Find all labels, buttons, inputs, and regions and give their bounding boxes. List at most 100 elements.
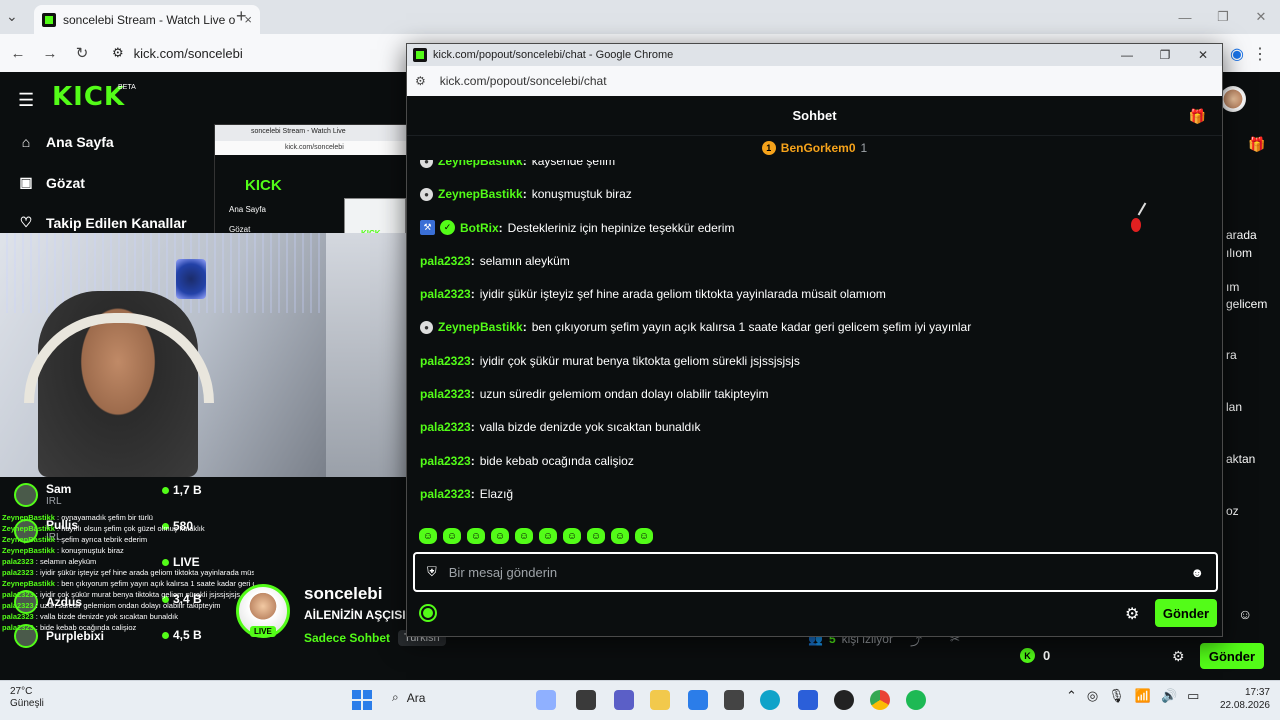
chat-message[interactable]: pala2323: iyidir şükür işteyiz şef hine a… [420,287,886,301]
emote-icon[interactable]: ☺ [419,528,437,544]
maximize-button[interactable]: ❐ [1204,9,1242,25]
settings-gear-icon[interactable]: ⚙ [1172,648,1185,665]
nav-home[interactable]: ⌂ Ana Sayfa [18,134,114,150]
tray-app-icon[interactable]: ◎ [1087,688,1098,704]
emote-icon[interactable]: ☺ [443,528,461,544]
emoji-icon[interactable]: ☺ [1238,606,1252,622]
copilot-icon[interactable] [536,690,556,710]
kick-points-icon[interactable] [421,606,435,620]
popout-maximize-button[interactable]: ❐ [1146,48,1184,62]
pinned-leaderboard[interactable]: 1 BenGorkem0 1 [407,136,1222,160]
wifi-icon[interactable]: 📶 [1135,688,1151,704]
gift-icon[interactable]: 🎁 [1189,108,1206,125]
user-badge-icon: ● [420,320,433,334]
start-button[interactable] [352,690,372,710]
webcam-video[interactable] [0,233,326,477]
chat-message[interactable]: ● ZeynepBastikk: konuşmuştuk biraz [420,187,632,201]
emote-icon[interactable]: ☺ [515,528,533,544]
emote-icon[interactable]: ☺ [491,528,509,544]
send-button[interactable]: Gönder [1155,599,1217,627]
emoji-icon[interactable]: ☻ [1190,565,1204,580]
user-avatar[interactable] [1220,86,1246,112]
popout-address-bar[interactable]: ⚙ kick.com/popout/soncelebi/chat [407,66,1222,96]
chat-message[interactable]: pala2323: uzun süredir gelemiom ondan dol… [420,387,769,401]
nav-browse[interactable]: ▣ Gözat [18,174,85,191]
emote-icon[interactable]: ☺ [539,528,557,544]
chat-peek-text: arada [1226,228,1257,242]
emote-icon[interactable]: ☺ [467,528,485,544]
chat-message[interactable]: pala2323: Elazığ [420,487,513,501]
browser-tab[interactable]: soncelebi Stream - Watch Live o × [34,5,260,34]
chat-username[interactable]: ZeynepBastikk [438,187,523,201]
shield-icon[interactable]: ⛨ [427,564,437,580]
close-button[interactable]: ✕ [1242,9,1280,25]
edge-icon[interactable] [760,690,780,710]
channel-item-sam[interactable]: Sam IRL [14,482,71,507]
chat-username[interactable]: pala2323 [420,254,471,268]
new-tab-button[interactable]: + [236,6,247,27]
taskbar-search[interactable]: ⌕ Ara [392,690,425,705]
menu-dots-icon[interactable]: ⋮ [1252,44,1268,64]
volume-icon[interactable]: 🔊 [1161,688,1177,704]
site-info-icon[interactable]: ⚙ [112,45,124,61]
minimize-button[interactable]: — [1166,10,1204,25]
chat-message[interactable]: pala2323: iyidir çok şükür murat benya ti… [420,354,800,368]
chat-username[interactable]: ZeynepBastikk [438,160,523,168]
chat-message-list[interactable]: ● ZeynepBastikk: kayseride şefim ● ZeynepBas… [407,160,1222,532]
spotify-icon[interactable] [906,690,926,710]
emote-icon[interactable]: ☺ [611,528,629,544]
settings-gear-icon[interactable]: ⚙ [1125,604,1139,624]
chat-username[interactable]: pala2323 [420,287,471,301]
weather-widget[interactable]: 27°C Güneşli [10,686,44,710]
emote-icon[interactable]: ☺ [587,528,605,544]
gift-icon[interactable]: 🎁 [1248,136,1265,153]
site-info-icon[interactable]: ⚙ [415,74,426,88]
microphone-icon[interactable]: 🎙 [1108,688,1125,704]
chat-username[interactable]: pala2323 [420,487,471,501]
chat-username[interactable]: pala2323 [420,387,471,401]
file-explorer-icon[interactable] [650,690,670,710]
streamer-name[interactable]: soncelebi [304,584,382,604]
chat-username[interactable]: ZeynepBastikk [438,320,523,334]
popout-close-button[interactable]: ✕ [1184,48,1222,62]
search-label: Ara [406,690,426,705]
forward-arrow-icon[interactable]: → [36,45,64,62]
popout-window-title: kick.com/popout/soncelebi/chat - Google … [433,49,674,61]
emote-icon[interactable]: ☺ [563,528,581,544]
back-arrow-icon[interactable]: ← [4,45,32,62]
hamburger-menu-icon[interactable]: ☰ [18,90,34,111]
chat-input-box[interactable]: ⛨ ☻ [413,552,1218,592]
tab-list-chevron-icon[interactable]: ⌄ [6,8,18,25]
clock[interactable]: 17:37 22.08.2026 [1214,686,1270,712]
main-send-button[interactable]: Gönder [1200,643,1264,669]
stream-category[interactable]: Sadece Sohbet [304,631,390,645]
chat-username[interactable]: pala2323 [420,420,471,434]
chat-message[interactable]: pala2323: valla bizde denizde yok sıcakta… [420,420,701,434]
profile-icon[interactable]: ◉ [1230,44,1244,64]
battery-icon[interactable]: ▭ [1187,688,1199,704]
obs-icon[interactable] [834,690,854,710]
address-bar[interactable]: ⚙ kick.com/soncelebi [112,45,243,61]
popout-minimize-button[interactable]: — [1108,48,1146,62]
app-icon[interactable] [798,690,818,710]
emote-icon[interactable]: ☺ [635,528,653,544]
task-view-icon[interactable] [576,690,596,710]
reload-icon[interactable]: ↻ [68,44,96,62]
chat-message[interactable]: pala2323: bide kebab ocağında calişioz [420,454,634,468]
chat-message[interactable]: pala2323: selamın aleyküm [420,254,570,268]
nav-following[interactable]: ♡ Takip Edilen Kanallar [18,214,187,231]
nested-tab-title: soncelebi Stream - Watch Live [251,128,346,135]
chat-username[interactable]: pala2323 [420,454,471,468]
chat-message[interactable]: ● ZeynepBastikk: kayseride şefim [420,160,615,168]
chat-username[interactable]: pala2323 [420,354,471,368]
chevron-up-icon[interactable]: ⌃ [1066,688,1077,704]
chat-username[interactable]: BotRix [460,221,499,235]
chrome-icon[interactable] [870,690,890,710]
kick-logo[interactable]: KICK [52,82,125,112]
chat-message[interactable]: ⚒ ✓ BotRix: Destekleriniz için hepinize teş… [420,220,734,235]
store-icon[interactable] [688,690,708,710]
chat-message[interactable]: ● ZeynepBastikk: ben çıkıyorum şefim yayın… [420,320,971,334]
teams-icon[interactable] [614,690,634,710]
app-icon[interactable] [724,690,744,710]
chat-input[interactable] [448,564,1179,580]
